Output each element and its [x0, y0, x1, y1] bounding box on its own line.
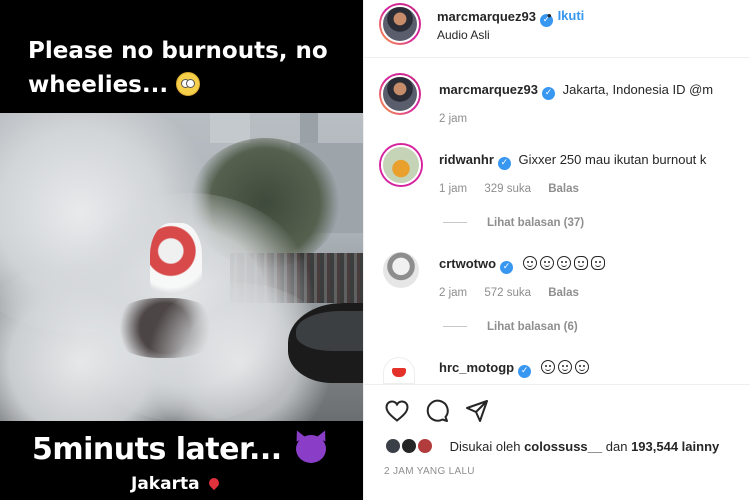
media-location: Jakarta — [131, 474, 222, 494]
liked-count-link[interactable]: 193,544 lainny — [631, 439, 719, 454]
send-icon — [466, 400, 488, 422]
verified-badge-icon: ✓ — [500, 261, 514, 274]
comment-body: hrc_motogp ✓ — [439, 360, 592, 378]
avatar[interactable] — [383, 357, 415, 384]
likes-prefix: Disukai oleh — [449, 439, 521, 454]
avatar — [416, 437, 434, 455]
post-caption: marcmarquez93 ✓ Jakarta, Indonesia ID @m — [439, 82, 713, 100]
comment-likes[interactable]: 572 suka — [484, 287, 531, 299]
post-timestamp[interactable]: 2 JAM YANG LALU — [384, 466, 475, 477]
header-username-text[interactable]: marcmarquez93 — [437, 9, 536, 24]
comment-body: ridwanhr ✓ Gixxer 250 mau ikutan burnout … — [439, 152, 706, 170]
comment-emoji-row — [540, 360, 592, 375]
view-replies-button[interactable]: Lihat balasan (37) — [443, 217, 584, 229]
likes-joiner: dan — [605, 439, 628, 454]
comment-meta: 2 jam 572 suka Balas — [439, 287, 593, 299]
laughing-emoji-icon — [539, 256, 554, 270]
divider — [364, 384, 750, 385]
avatar[interactable] — [379, 3, 421, 45]
comment-emoji-row — [522, 256, 608, 271]
heart-icon — [385, 400, 409, 422]
follow-label[interactable]: Ikuti — [558, 8, 585, 23]
comment-button[interactable] — [424, 398, 450, 424]
laughing-emoji-icon — [522, 256, 537, 270]
ok-hand-emoji-icon — [573, 256, 588, 270]
like-button[interactable] — [384, 398, 410, 424]
smiling-emoji-icon — [557, 360, 572, 374]
reply-button[interactable]: Balas — [548, 287, 579, 299]
building-shape — [210, 113, 250, 143]
comment-meta: 1 jam 329 suka Balas — [439, 183, 593, 195]
comment-time[interactable]: 2 jam — [439, 287, 467, 299]
avatar-image — [381, 5, 419, 43]
action-bar — [384, 398, 490, 424]
separator-dot: • — [547, 8, 552, 23]
reply-button[interactable]: Balas — [548, 183, 579, 195]
media-caption-bottom: 5minuts later... — [32, 432, 326, 467]
post-time[interactable]: 2 jam — [439, 113, 467, 125]
comment-likes[interactable]: 329 suka — [484, 183, 531, 195]
comment-username[interactable]: hrc_motogp — [439, 360, 514, 375]
liked-user-link[interactable]: colossuss__ — [524, 439, 602, 454]
eye-roll-emoji-icon — [176, 72, 201, 96]
audio-label[interactable]: Audio Asli — [437, 28, 490, 42]
post-caption-text: Jakarta, Indonesia ID @m — [562, 82, 714, 97]
follow-button[interactable]: • Ikuti — [547, 8, 584, 23]
devil-emoji-icon — [295, 435, 326, 463]
liker-avatars[interactable] — [384, 437, 440, 455]
post-media[interactable]: Please no burnouts, no wheelies... 5minu… — [0, 0, 363, 500]
verified-badge-icon: ✓ — [497, 157, 511, 170]
burnout-photo — [0, 113, 363, 421]
avatar[interactable] — [381, 145, 421, 185]
comments-panel: marcmarquez93 ✓ • Ikuti Audio Asli marcmar… — [363, 0, 750, 500]
avatar[interactable] — [379, 73, 421, 115]
smiling-emoji-icon — [540, 360, 555, 374]
likes-summary: Disukai oleh colossuss__ dan 193,544 lai… — [384, 437, 719, 455]
flexed-biceps-emoji-icon — [590, 256, 605, 270]
verified-badge-icon: ✓ — [518, 365, 532, 378]
post-header: marcmarquez93 ✓ • Ikuti Audio Asli — [364, 0, 750, 58]
location-pin-icon — [207, 475, 222, 491]
comment-body: crtwotwo ✓ — [439, 256, 608, 274]
verified-badge-icon: ✓ — [542, 87, 555, 100]
share-button[interactable] — [464, 398, 490, 424]
comment-username[interactable]: ridwanhr — [439, 152, 494, 167]
comment-icon — [426, 399, 449, 422]
media-caption-top: Please no burnouts, no wheelies... — [28, 34, 358, 102]
media-location-text: Jakarta — [131, 474, 200, 494]
laughing-emoji-icon — [556, 256, 571, 270]
header-username[interactable]: marcmarquez93 ✓ — [437, 9, 553, 27]
comment-text: Gixxer 250 mau ikutan burnout k — [518, 152, 707, 167]
smiling-emoji-icon — [574, 360, 589, 374]
view-replies-button[interactable]: Lihat balasan (6) — [443, 321, 578, 333]
avatar-image — [381, 75, 419, 113]
media-caption-bottom-text: 5minuts later... — [32, 432, 282, 467]
comment-time[interactable]: 1 jam — [439, 183, 467, 195]
avatar[interactable] — [383, 252, 419, 288]
post-username[interactable]: marcmarquez93 — [439, 82, 538, 97]
comment-username[interactable]: crtwotwo — [439, 256, 496, 271]
